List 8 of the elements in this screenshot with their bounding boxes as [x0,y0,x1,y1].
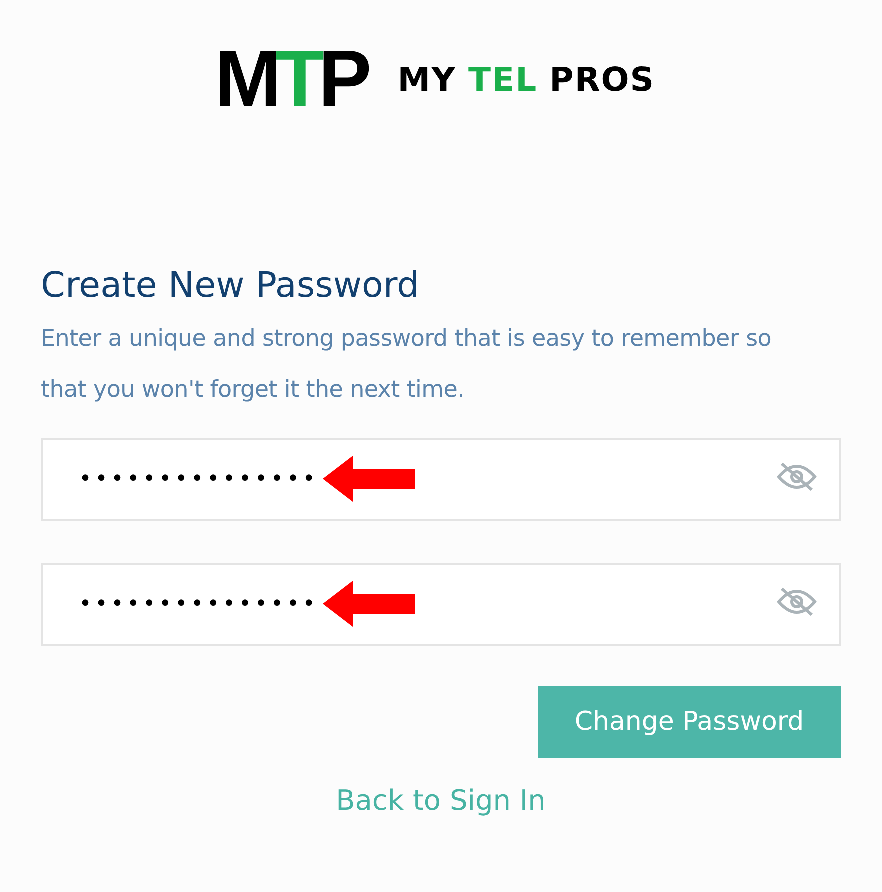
page-title: Create New Password [41,265,420,308]
password-field[interactable]: ••••••••••••••• [41,563,841,646]
logo-mark: MTP [214,39,372,119]
brand-name: MY TEL PROS [398,60,656,98]
eye-off-icon[interactable] [777,585,817,619]
description: Enter a unique and strong password that is easy to remember so that you won't forget it the next time. [41,325,773,405]
eye-off-icon[interactable] [777,460,817,494]
password-field[interactable]: ••••••••••••••• [41,438,841,521]
